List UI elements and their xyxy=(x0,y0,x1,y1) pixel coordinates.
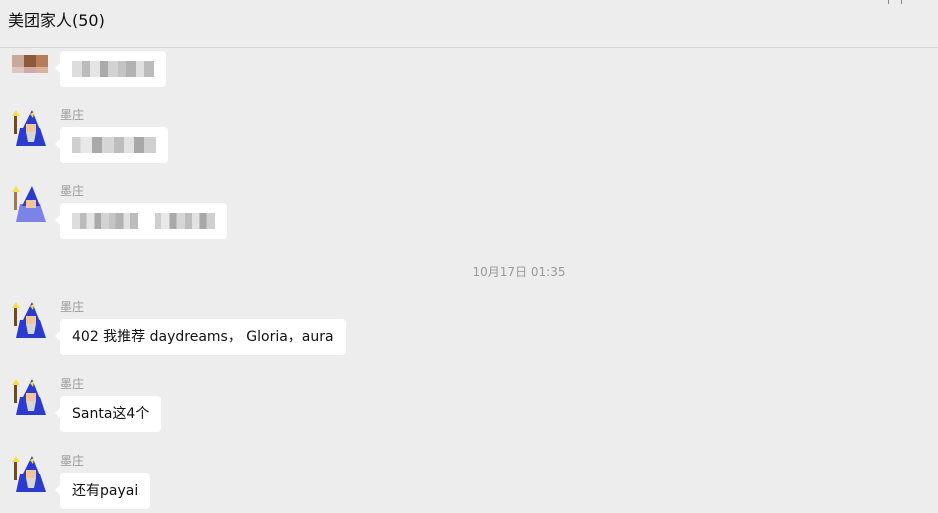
message-text: Santa这4个 xyxy=(72,406,150,422)
sender-name: 墨庄 xyxy=(60,300,85,314)
sender-name: 墨庄 xyxy=(60,377,85,391)
avatar[interactable] xyxy=(12,49,48,73)
message-text: 402 我推荐 daydreams， Gloria，aura xyxy=(72,329,334,345)
message-bubble[interactable] xyxy=(55,203,227,239)
wizard-avatar-icon xyxy=(12,456,46,492)
message-bubble[interactable] xyxy=(55,51,166,87)
message-bubble[interactable]: 402 我推荐 daydreams， Gloria，aura xyxy=(55,319,346,355)
avatar[interactable] xyxy=(12,456,48,492)
wizard-avatar-icon xyxy=(12,302,46,338)
message-bubble[interactable]: Santa这4个 xyxy=(54,396,162,432)
chat-window: 美团家人(50) 墨庄 墨庄 10月17日 01:35 墨庄 402 我推荐 d… xyxy=(0,0,938,513)
chat-header: 美团家人(50) xyxy=(0,0,938,48)
wizard-avatar-icon xyxy=(12,379,46,415)
wizard-avatar-icon xyxy=(12,110,46,146)
chat-title: 美团家人(50) xyxy=(8,11,105,30)
blurred-content xyxy=(154,213,215,229)
timestamp: 10月17日 01:35 xyxy=(472,265,566,279)
avatar[interactable] xyxy=(12,379,48,415)
blurred-content xyxy=(72,213,138,229)
avatar[interactable] xyxy=(12,302,48,338)
blurred-content xyxy=(72,137,156,153)
wizard-avatar-icon xyxy=(12,186,46,222)
message-bubble[interactable] xyxy=(55,127,168,163)
message-bubble[interactable]: 还有payai xyxy=(54,473,151,509)
message-text: 还有payai xyxy=(72,483,139,499)
window-controls[interactable] xyxy=(888,0,902,4)
blurred-content xyxy=(72,61,154,77)
blurred-avatar-icon xyxy=(12,49,48,73)
avatar[interactable] xyxy=(12,110,48,146)
message-list[interactable]: 墨庄 墨庄 10月17日 01:35 墨庄 402 我推荐 daydreams，… xyxy=(0,49,938,513)
avatar[interactable] xyxy=(12,186,48,222)
sender-name: 墨庄 xyxy=(60,184,85,198)
sender-name: 墨庄 xyxy=(60,108,85,122)
sender-name: 墨庄 xyxy=(60,454,85,468)
